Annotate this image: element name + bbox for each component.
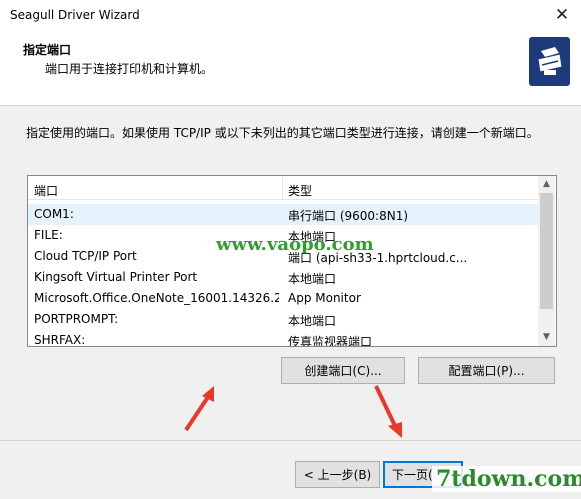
window-title: Seagull Driver Wizard [10,8,140,22]
scroll-down-icon[interactable]: ▼ [538,329,555,346]
column-header-type[interactable]: 类型 [288,182,312,199]
configure-port-button[interactable]: 配置端口(P)... [418,357,555,384]
scroll-up-icon[interactable]: ▲ [538,176,555,193]
watermark-vaopo: www.vaopo.com [216,234,374,255]
list-item[interactable]: COM1: 串行端口 (9600:8N1) [28,204,538,225]
footer-divider [0,440,581,441]
port-type: 本地端口 [288,272,337,286]
port-name: PORTPROMPT: [34,312,119,326]
port-list[interactable]: 端口 类型 COM1: 串行端口 (9600:8N1) FILE: 本地端口 C… [27,175,557,347]
close-icon[interactable]: ✕ [547,2,577,28]
list-item[interactable]: SHRFAX: 传真监视器端口 [28,330,538,347]
back-button[interactable]: < 上一步(B) [295,461,380,488]
port-name: Microsoft.Office.OneNote_16001.14326.2..… [34,291,279,305]
annotation-arrow-icon [374,385,402,438]
header-title: 指定端口 [23,43,72,57]
scrollbar-thumb[interactable] [540,193,553,309]
wizard-header: 指定端口 端口用于连接打印机和计算机。 [0,31,581,106]
port-type: 本地端口 [288,314,337,328]
port-name: SHRFAX: [34,333,86,347]
port-type: 串行端口 (9600:8N1) [288,209,409,223]
printer-icon [529,37,570,86]
list-item[interactable]: PORTPROMPT: 本地端口 [28,309,538,330]
instruction-text: 指定使用的端口。如果使用 TCP/IP 或以下未列出的其它端口类型进行连接，请创… [26,126,539,140]
column-header-port[interactable]: 端口 [34,182,58,199]
list-item[interactable]: Kingsoft Virtual Printer Port 本地端口 [28,267,538,288]
create-port-button[interactable]: 创建端口(C)... [281,357,405,384]
title-bar: Seagull Driver Wizard ✕ [0,0,581,31]
port-name: Kingsoft Virtual Printer Port [34,270,198,284]
watermark-7tdown: 7tdown.com [432,466,581,492]
vertical-scrollbar[interactable]: ▲ ▼ [538,176,555,346]
port-name: COM1: [34,207,74,221]
column-divider[interactable] [282,176,283,199]
list-item[interactable]: Microsoft.Office.OneNote_16001.14326.2..… [28,288,538,309]
list-header: 端口 类型 [28,176,538,200]
header-subtitle: 端口用于连接打印机和计算机。 [45,62,214,76]
port-type: App Monitor [288,291,361,305]
annotation-arrow-icon [184,386,214,432]
port-type: 传真监视器端口 [288,335,373,347]
